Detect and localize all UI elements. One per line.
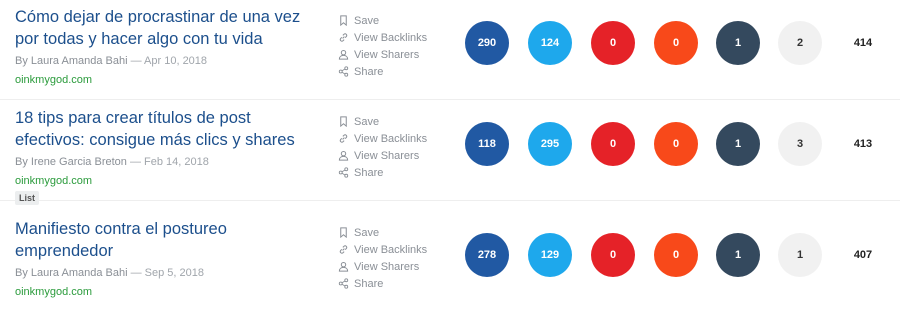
- total-engagement: 414: [853, 37, 873, 49]
- link-icon: [339, 134, 348, 143]
- save-action[interactable]: Save: [338, 224, 458, 241]
- reddit-shares[interactable]: 0: [654, 122, 698, 166]
- total-engagement: 407: [853, 249, 873, 261]
- article-title[interactable]: 18 tips para crear títulos de post efect…: [15, 107, 315, 151]
- reddit-shares[interactable]: 0: [654, 233, 698, 277]
- pinterest-shares[interactable]: 0: [591, 21, 635, 65]
- view-sharers-action[interactable]: View Sharers: [338, 147, 458, 164]
- facebook-shares[interactable]: 290: [465, 21, 509, 65]
- action-label: View Sharers: [354, 48, 420, 61]
- article-actions: Save View Backlinks View Sharers Share: [338, 113, 458, 181]
- author: By Laura Amanda Bahi: [15, 267, 128, 279]
- pinterest-shares[interactable]: 0: [591, 233, 635, 277]
- share-icon: [338, 66, 349, 77]
- article-byline: By Laura Amanda Bahi — Apr 10, 2018: [15, 55, 207, 67]
- share-icon: [338, 278, 349, 289]
- action-label: Save: [354, 226, 380, 239]
- user-icon: [338, 49, 349, 60]
- publish-date: — Apr 10, 2018: [130, 55, 208, 67]
- save-action[interactable]: Save: [338, 113, 458, 130]
- publish-date: — Sep 5, 2018: [130, 267, 204, 279]
- view-sharers-action[interactable]: View Sharers: [338, 258, 458, 275]
- article-row: Manifiesto contra el postureo emprendedo…: [0, 212, 900, 312]
- article-byline: By Irene Garcia Breton — Feb 14, 2018: [15, 156, 209, 168]
- pinterest-shares[interactable]: 0: [591, 122, 635, 166]
- article-domain[interactable]: oinkmygod.com: [15, 286, 92, 298]
- article-byline: By Laura Amanda Bahi — Sep 5, 2018: [15, 267, 204, 279]
- article-actions: Save View Backlinks View Sharers Share: [338, 224, 458, 292]
- action-label: View Sharers: [354, 149, 420, 162]
- article-domain[interactable]: oinkmygod.com: [15, 74, 92, 86]
- share-action[interactable]: Share: [338, 164, 458, 181]
- linkedin-shares[interactable]: 1: [716, 233, 760, 277]
- view-backlinks-action[interactable]: View Backlinks: [338, 29, 458, 46]
- bookmark-icon: [340, 227, 347, 238]
- article-title[interactable]: Cómo dejar de procrastinar de una vez po…: [15, 6, 315, 50]
- user-icon: [338, 261, 349, 272]
- other-shares[interactable]: 2: [778, 21, 822, 65]
- twitter-shares[interactable]: 124: [528, 21, 572, 65]
- share-icon: [338, 167, 349, 178]
- article-row: 18 tips para crear títulos de post efect…: [0, 101, 900, 205]
- action-label: View Backlinks: [354, 132, 428, 145]
- publish-date: — Feb 14, 2018: [129, 156, 209, 168]
- view-sharers-action[interactable]: View Sharers: [338, 46, 458, 63]
- view-backlinks-action[interactable]: View Backlinks: [338, 130, 458, 147]
- action-label: Save: [354, 14, 380, 27]
- linkedin-shares[interactable]: 1: [716, 21, 760, 65]
- other-shares[interactable]: 3: [778, 122, 822, 166]
- save-action[interactable]: Save: [338, 12, 458, 29]
- action-label: Save: [354, 115, 380, 128]
- article-actions: Save View Backlinks View Sharers Share: [338, 12, 458, 80]
- link-icon: [339, 33, 348, 42]
- bookmark-icon: [340, 15, 347, 26]
- facebook-shares[interactable]: 278: [465, 233, 509, 277]
- author: By Irene Garcia Breton: [15, 156, 127, 168]
- linkedin-shares[interactable]: 1: [716, 122, 760, 166]
- article-row: Cómo dejar de procrastinar de una vez po…: [0, 0, 900, 100]
- article-domain[interactable]: oinkmygod.com: [15, 175, 92, 187]
- article-title[interactable]: Manifiesto contra el postureo emprendedo…: [15, 218, 315, 262]
- action-label: Share: [354, 65, 384, 78]
- user-icon: [338, 150, 349, 161]
- action-label: View Backlinks: [354, 31, 428, 44]
- author: By Laura Amanda Bahi: [15, 55, 128, 67]
- reddit-shares[interactable]: 0: [654, 21, 698, 65]
- facebook-shares[interactable]: 118: [465, 122, 509, 166]
- bookmark-icon: [340, 116, 347, 127]
- action-label: View Backlinks: [354, 243, 428, 256]
- total-engagement: 413: [853, 138, 873, 150]
- view-backlinks-action[interactable]: View Backlinks: [338, 241, 458, 258]
- action-label: Share: [354, 277, 384, 290]
- twitter-shares[interactable]: 295: [528, 122, 572, 166]
- share-action[interactable]: Share: [338, 275, 458, 292]
- action-label: View Sharers: [354, 260, 420, 273]
- other-shares[interactable]: 1: [778, 233, 822, 277]
- content-type-tag: List: [15, 191, 40, 205]
- action-label: Share: [354, 166, 384, 179]
- share-action[interactable]: Share: [338, 63, 458, 80]
- link-icon: [339, 245, 348, 254]
- twitter-shares[interactable]: 129: [528, 233, 572, 277]
